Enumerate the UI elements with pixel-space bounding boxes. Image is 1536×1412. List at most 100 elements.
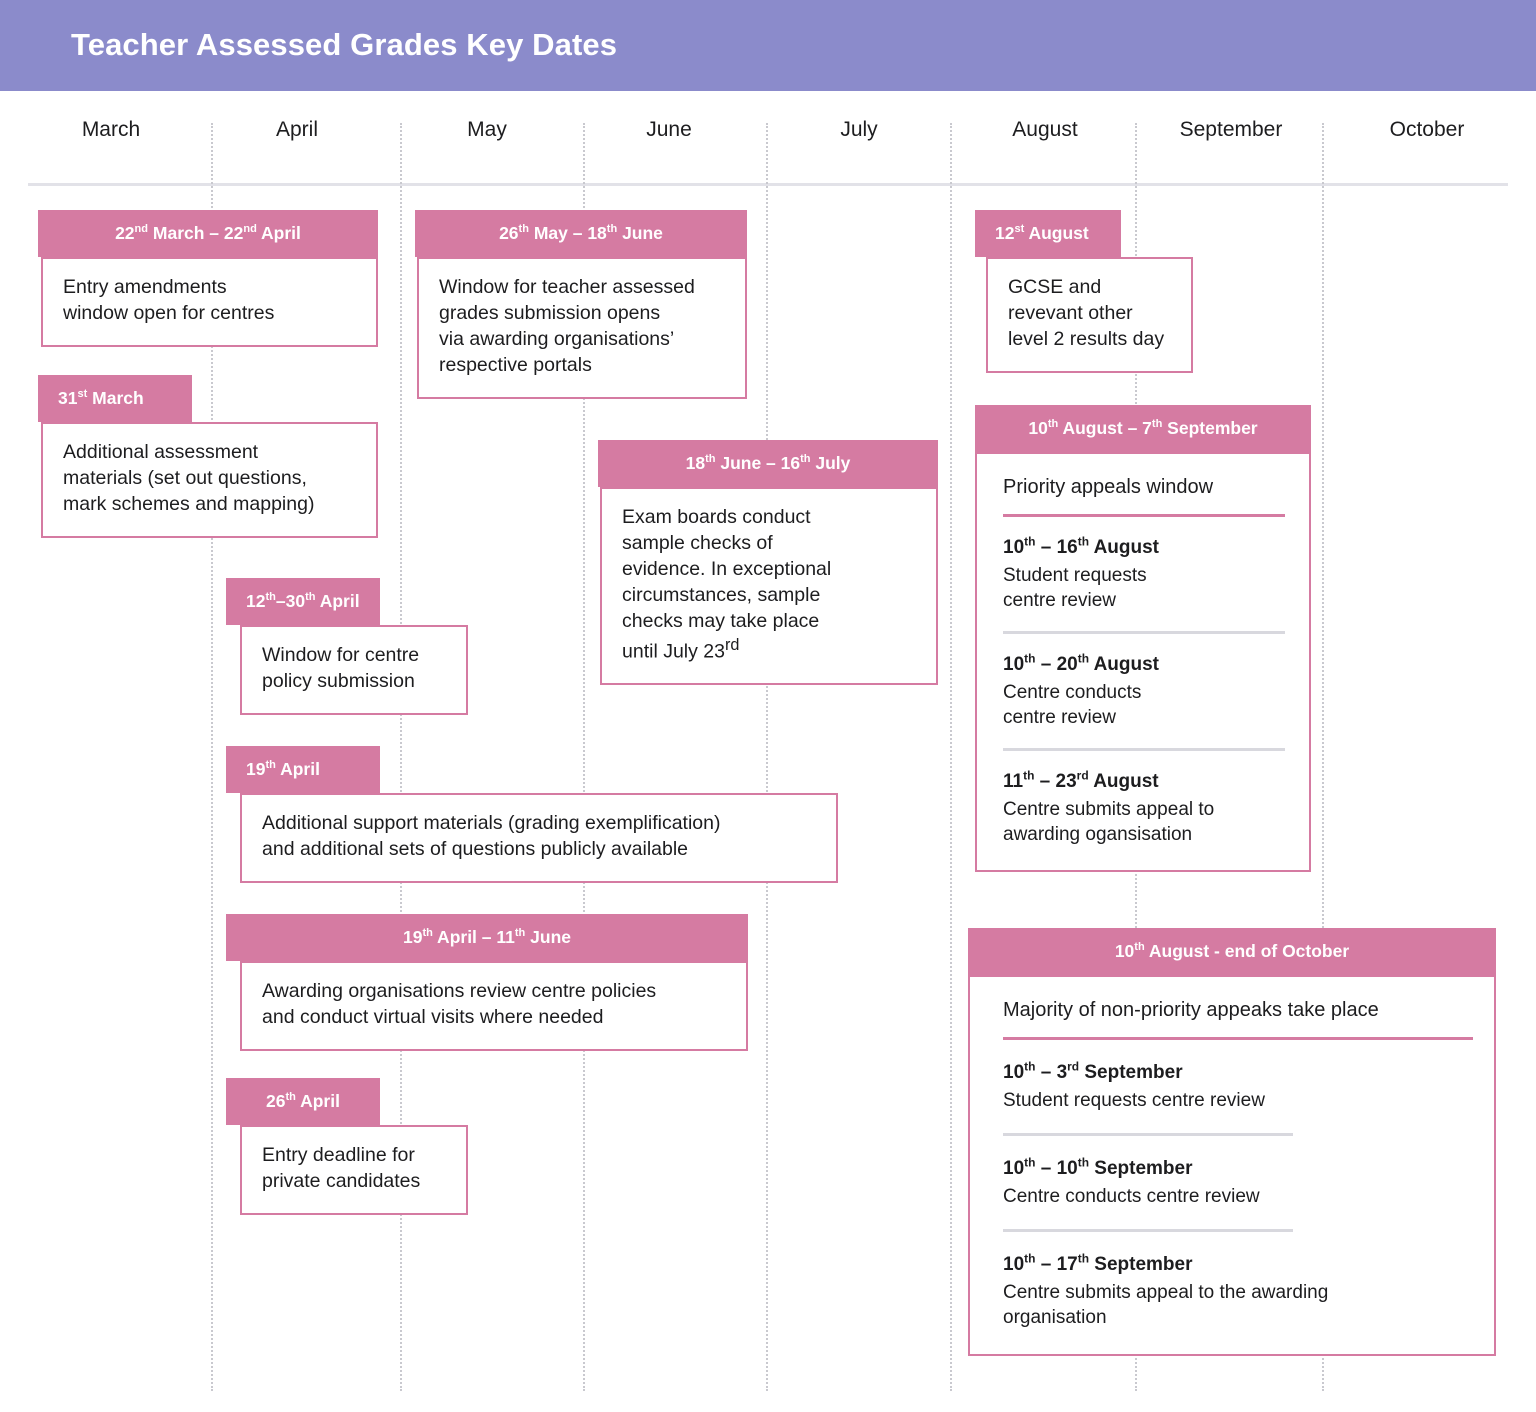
date-number: 10 (1003, 1158, 1025, 1180)
card-gcse-results-day-body: GCSE and revevant other level 2 results … (986, 257, 1193, 373)
card-entry-amendments-date: 22nd March – 22nd April (38, 210, 378, 258)
appeal-entry: 11th – 23rd August Centre submits appeal… (1003, 769, 1285, 847)
date-suffix: th (285, 1091, 296, 1104)
appeal-entry-text: Centre conducts centre review (1003, 680, 1285, 731)
timeline-infographic: Teacher Assessed Grades Key Dates March … (0, 0, 1536, 1412)
card-ao-review-centre-policies-date: 19th April – 11th June (226, 914, 748, 962)
date-suffix: st (77, 388, 88, 401)
card-non-priority-appeals-lead: Majority of non-priority appeaks take pl… (1003, 999, 1379, 1022)
date-middle: March – (148, 223, 224, 243)
month-label-june: June (646, 118, 692, 141)
appeal-entry-date: 10th – 3rd September (1003, 1060, 1466, 1086)
date-middle: – (1035, 654, 1057, 676)
appeal-entry: 10th – 20th August Centre conducts centr… (1003, 652, 1285, 730)
body-line: via awarding organisations’ (439, 327, 675, 350)
card-exam-board-sample-checks-body: Exam boards conduct sample checks of evi… (600, 487, 938, 686)
divider-neutral (1003, 1228, 1293, 1232)
date-number: 10 (1028, 418, 1048, 438)
date-suffix: th (1023, 769, 1035, 784)
body-line: revevant other (1008, 302, 1133, 325)
date-end: August (1089, 654, 1160, 676)
date-end: July (810, 453, 851, 473)
divider-neutral (1003, 748, 1285, 752)
body-line: Centre submits appeal to (1003, 799, 1215, 821)
date-middle: – (1035, 1062, 1057, 1084)
date-number: 19 (246, 759, 266, 779)
date-end: August (1024, 223, 1089, 243)
date-number: 10 (1114, 941, 1135, 961)
body-line: Exam boards conduct (622, 506, 811, 529)
appeal-entry-date: 10th – 20th August (1003, 652, 1285, 678)
card-non-priority-appeals-date: 10th August - end of October (968, 928, 1496, 976)
date-number: 10 (1003, 654, 1025, 676)
body-line: Centre conducts centre review (1003, 1185, 1260, 1207)
date-suffix: th (1134, 941, 1145, 954)
date-end: June (525, 927, 572, 947)
body-line: Centre submits appeal to the awarding (1003, 1281, 1329, 1303)
card-additional-assessment-materials-date: 31st March (38, 375, 192, 423)
date-end: June (617, 223, 663, 243)
date-suffix: nd (134, 223, 149, 236)
date-number: 12 (995, 223, 1015, 243)
date-suffix: th (1024, 1155, 1036, 1170)
card-centre-policy-submission-date: 12th–30th April (226, 578, 380, 626)
date-number: 31 (58, 388, 78, 408)
body-line: and conduct virtual visits where needed (262, 1006, 604, 1029)
card-entry-amendments-body: Entry amendments window open for centres (41, 257, 378, 347)
date-suffix: th (265, 591, 276, 604)
card-priority-appeals-window: 10th August – 7th September Priority app… (975, 405, 1311, 872)
date-number: 30 (285, 591, 306, 611)
date-middle: – (1035, 537, 1057, 559)
date-middle: – (275, 591, 286, 611)
divider-accent (1003, 1037, 1473, 1041)
divider-neutral (1003, 1133, 1293, 1137)
date-number: 10 (1003, 1062, 1025, 1084)
body-line: Awarding organisations review centre pol… (262, 980, 657, 1003)
appeal-entry: 10th – 10th September Centre conducts ce… (1003, 1156, 1466, 1209)
body-line: level 2 results day (1008, 327, 1165, 350)
date-suffix: th (265, 759, 276, 772)
body-line: evidence. In exceptional (622, 557, 832, 580)
card-additional-support-materials-date: 19th April (226, 746, 380, 794)
date-suffix: th (1077, 534, 1089, 549)
date-end: April (295, 1091, 340, 1111)
page-title: Teacher Assessed Grades Key Dates (71, 27, 618, 62)
body-line: organisation (1003, 1306, 1107, 1328)
date-number: 17 (1056, 1253, 1078, 1275)
date-end: August - end of October (1144, 941, 1350, 961)
date-suffix: th (1077, 1155, 1089, 1170)
date-suffix: th (1024, 534, 1036, 549)
card-exam-board-sample-checks-date: 18th June – 16th July (598, 440, 938, 488)
date-suffix: th (1077, 1251, 1089, 1266)
date-suffix: nd (243, 223, 257, 236)
body-line: private candidates (262, 1170, 421, 1193)
date-middle: – (1035, 1158, 1057, 1180)
date-number: 26 (499, 223, 519, 243)
month-label-september: September (1179, 118, 1283, 141)
date-number: 10 (1056, 1158, 1078, 1180)
body-line: GCSE and (1008, 276, 1102, 299)
divider-neutral (1003, 631, 1285, 635)
appeal-entry-text: Student requests centre review (1003, 1088, 1466, 1113)
date-suffix: th (1151, 418, 1163, 431)
appeal-entry-date: 10th – 10th September (1003, 1156, 1466, 1182)
body-line: checks may take place (622, 609, 820, 632)
card-tag-submission-window: 26th May – 18th June Window for teacher … (415, 210, 747, 399)
date-number: 26 (266, 1091, 286, 1111)
date-suffix: rd (1076, 769, 1089, 784)
timeline-axis-rule (28, 183, 1508, 186)
date-end: September (1089, 1253, 1193, 1275)
body-line: sample checks of (622, 532, 773, 555)
month-label-april: April (275, 118, 318, 141)
date-suffix: th (518, 223, 529, 236)
date-middle: August – (1058, 418, 1143, 438)
date-suffix: rd (1067, 1059, 1080, 1074)
date-number: 16 (780, 453, 801, 473)
card-gcse-results-day-date: 12st August (975, 210, 1121, 258)
date-end: September (1079, 1062, 1183, 1084)
date-number: 10 (1003, 1253, 1025, 1275)
date-number: 7 (1142, 418, 1152, 438)
appeal-entry-text: Student requests centre review (1003, 563, 1285, 614)
date-middle: – (1034, 771, 1056, 793)
body-line: awarding ogansisation (1003, 824, 1193, 846)
